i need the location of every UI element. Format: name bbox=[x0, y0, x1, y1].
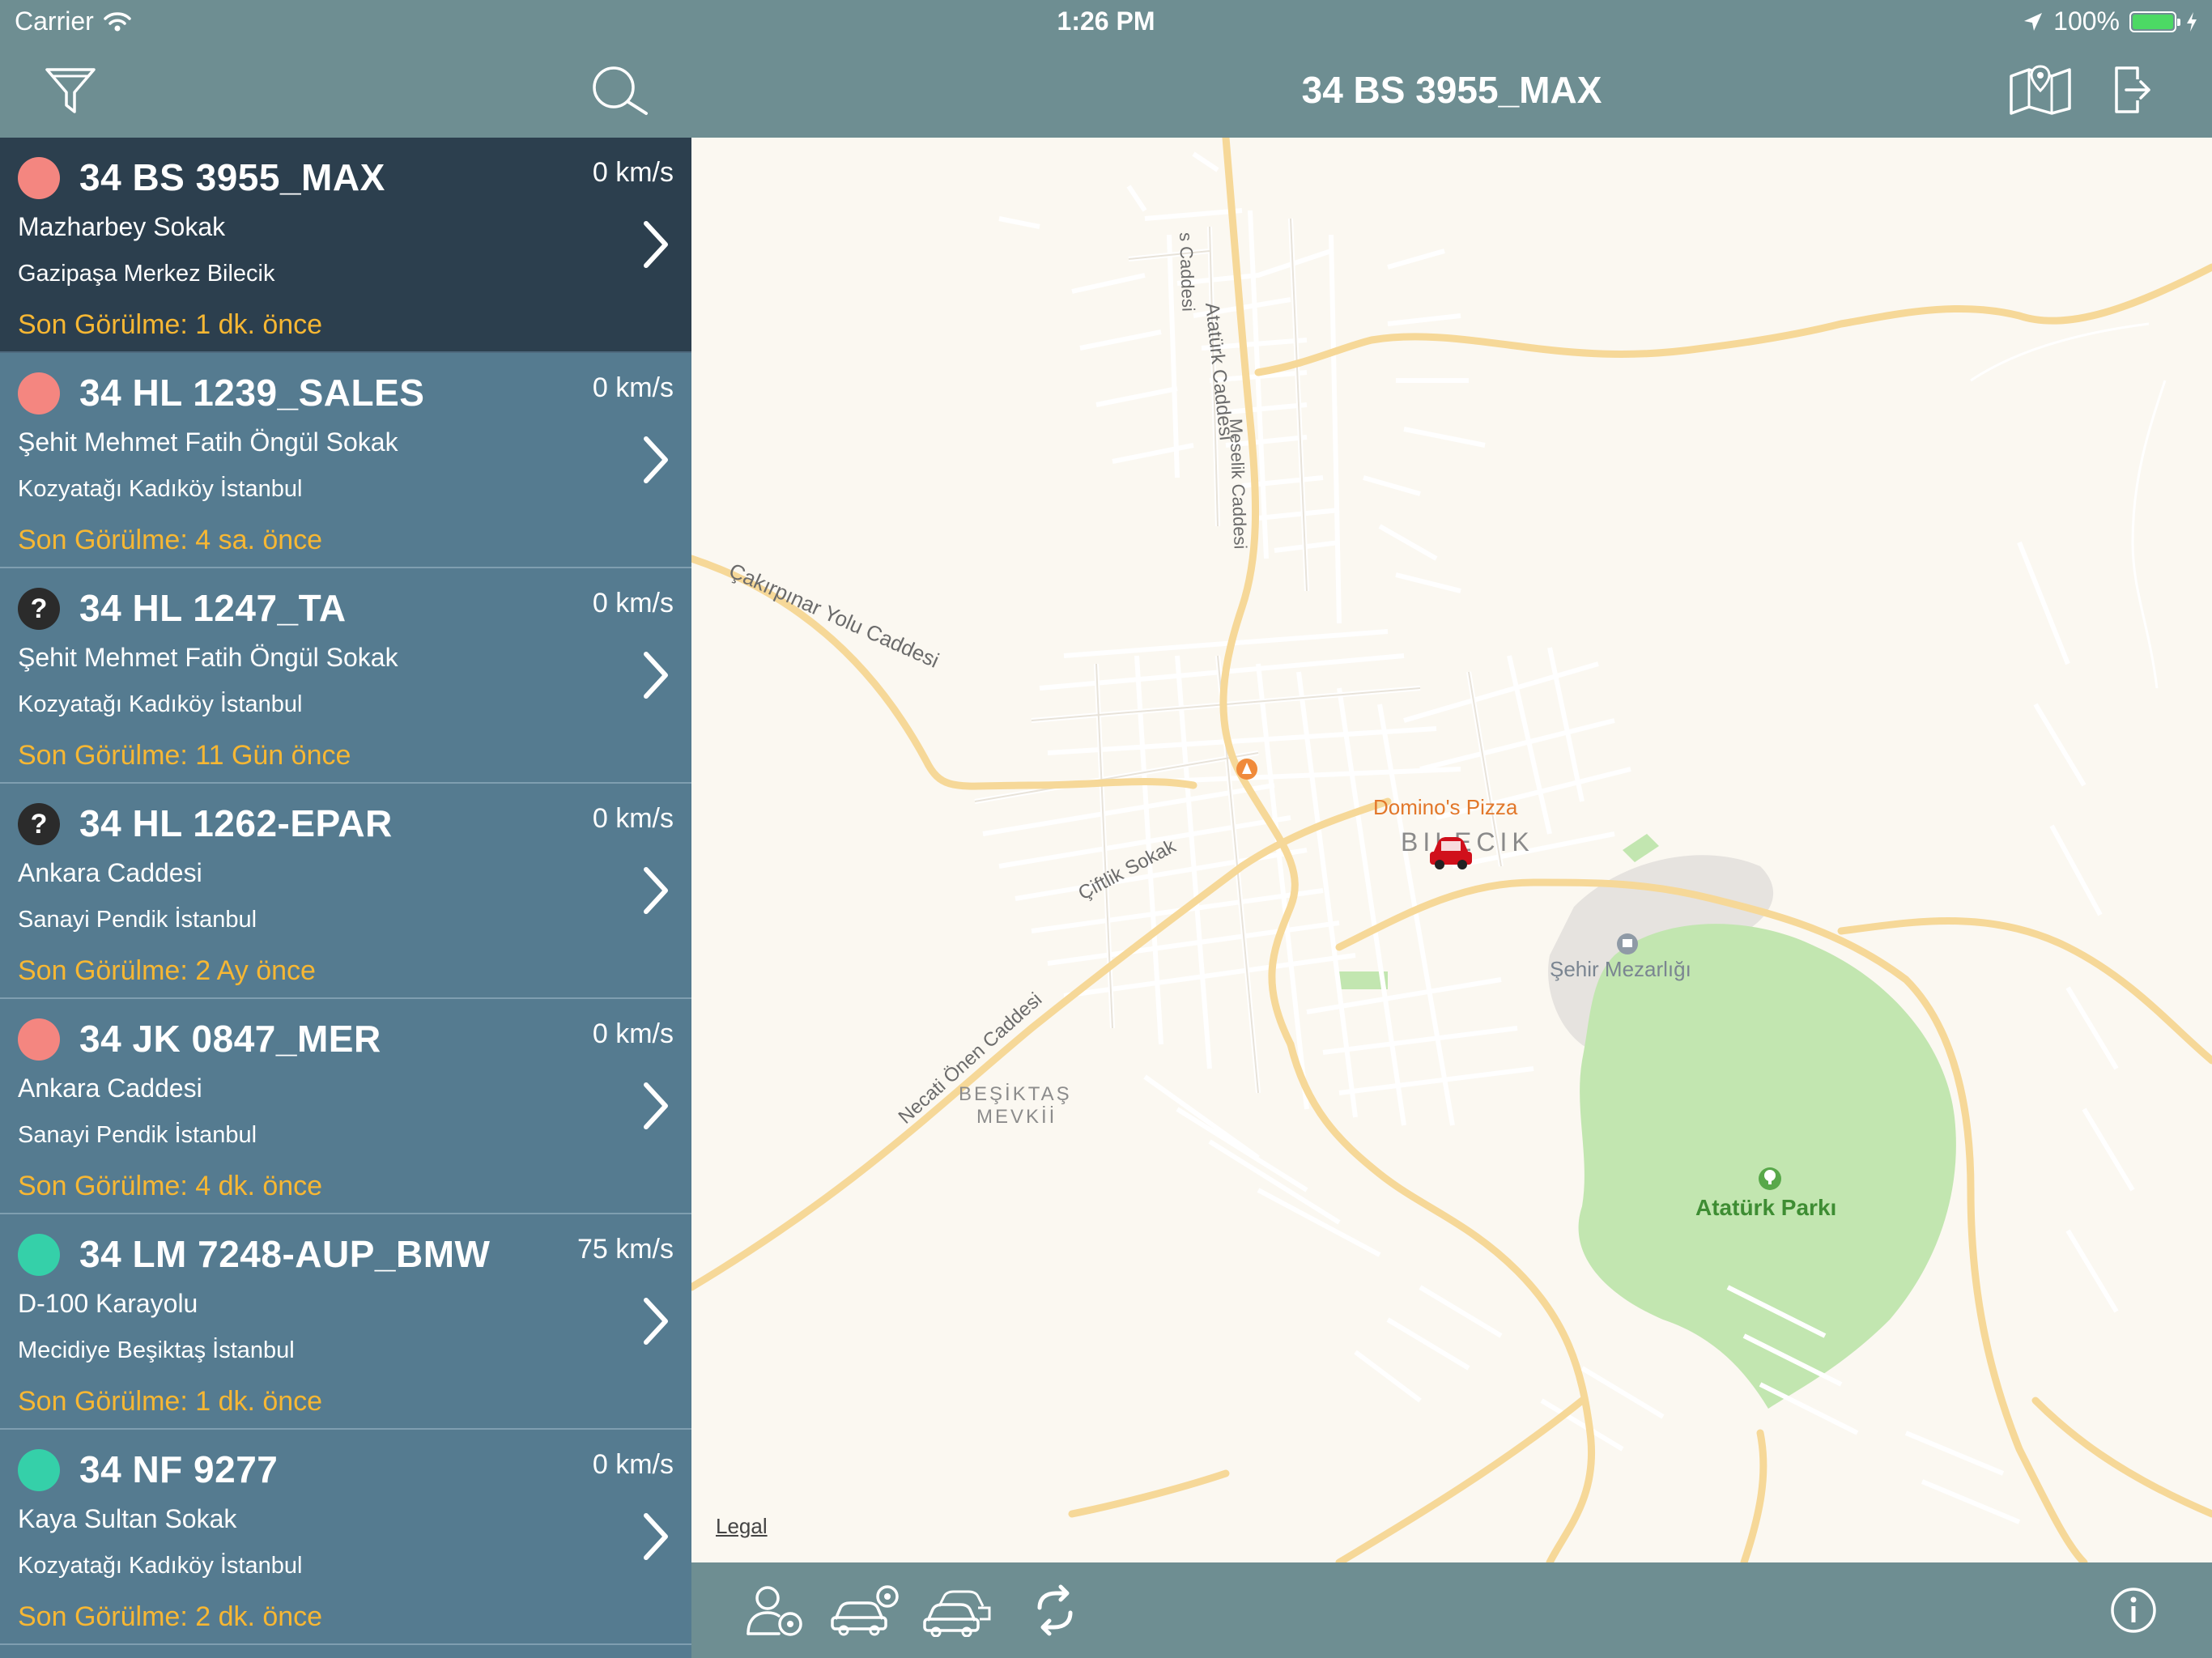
vehicle-list-item[interactable]: 34 NF 9277 0 km/s Kaya Sultan Sokak Kozy… bbox=[0, 1430, 691, 1645]
vehicle-speed: 0 km/s bbox=[592, 1018, 674, 1049]
vehicle-last-seen: Son Görülme: 1 dk. önce bbox=[18, 309, 323, 340]
chevron-right-icon[interactable] bbox=[640, 1295, 672, 1347]
info-icon[interactable] bbox=[2108, 1584, 2159, 1637]
vehicle-list-item[interactable]: 34 HL 1239_SALES 0 km/s Şehit Mehmet Fat… bbox=[0, 353, 691, 568]
area-label-besiktas: BEŞİKTAŞ bbox=[959, 1083, 1072, 1105]
vehicle-last-seen: Son Görülme: 1 dk. önce bbox=[18, 1386, 323, 1417]
bottom-toolbar bbox=[691, 1562, 2212, 1658]
road-label-meselik: Meselik Caddesi bbox=[1226, 418, 1251, 550]
vehicle-street: Mazharbey Sokak bbox=[18, 212, 226, 241]
vehicle-plate: 34 HL 1247_TA bbox=[79, 587, 347, 629]
status-indicator bbox=[18, 157, 60, 199]
status-indicator bbox=[18, 372, 60, 414]
vehicle-plate: 34 BS 3955_MAX bbox=[79, 156, 385, 198]
vehicle-district: Gazipaşa Merkez Bilecik bbox=[18, 261, 275, 287]
vehicle-last-seen: Son Görülme: 4 dk. önce bbox=[18, 1171, 323, 1201]
park-label-ataturk: Atatürk Parkı bbox=[1695, 1195, 1837, 1220]
vehicle-speed: 0 km/s bbox=[592, 588, 674, 619]
vehicle-district: Sanayi Pendik İstanbul bbox=[18, 907, 257, 933]
vehicle-district: Mecidiye Beşiktaş İstanbul bbox=[18, 1337, 295, 1363]
chevron-right-icon[interactable] bbox=[640, 649, 672, 701]
vehicle-speed: 0 km/s bbox=[592, 1449, 674, 1480]
car-marker-icon[interactable] bbox=[1428, 834, 1474, 871]
area-label-mevkii: MEVKİİ bbox=[976, 1106, 1057, 1128]
vehicle-list-item[interactable]: 34 LM 7248-AUP_BMW 75 km/s D-100 Karayol… bbox=[0, 1214, 691, 1430]
vehicle-list-item[interactable]: 34 JK 0847_MER 0 km/s Ankara Caddesi San… bbox=[0, 999, 691, 1214]
status-indicator: ? bbox=[18, 803, 60, 845]
vehicle-street: Şehit Mehmet Fatih Öngül Sokak bbox=[18, 427, 398, 457]
vehicle-last-seen: Son Görülme: 11 Gün önce bbox=[18, 740, 351, 771]
carrier-info: Carrier bbox=[15, 6, 131, 36]
vehicle-street: Kaya Sultan Sokak bbox=[18, 1504, 237, 1533]
vehicle-list-item[interactable]: ? 34 HL 1262-EPAR 0 km/s Ankara Caddesi … bbox=[0, 784, 691, 999]
vehicle-list: 34 BS 3955_MAX 0 km/s Mazharbey Sokak Ga… bbox=[0, 138, 691, 1645]
vehicle-district: Kozyatağı Kadıköy İstanbul bbox=[18, 476, 303, 502]
logout-icon[interactable] bbox=[2113, 65, 2154, 115]
vehicle-plate: 34 JK 0847_MER bbox=[79, 1018, 381, 1060]
map-icon[interactable] bbox=[2008, 63, 2073, 115]
battery-icon bbox=[2129, 11, 2180, 32]
vehicle-speed: 75 km/s bbox=[576, 1234, 674, 1265]
vehicle-plate: 34 NF 9277 bbox=[79, 1448, 279, 1490]
chevron-right-icon[interactable] bbox=[640, 865, 672, 916]
vehicle-last-seen: Son Görülme: 2 dk. önce bbox=[18, 1601, 323, 1632]
ataturk-park-area bbox=[1578, 924, 1956, 1409]
vehicle-list-item[interactable]: 34 BS 3955_MAX 0 km/s Mazharbey Sokak Ga… bbox=[0, 138, 691, 353]
chevron-right-icon[interactable] bbox=[640, 219, 672, 270]
page-title: 34 BS 3955_MAX bbox=[1301, 69, 1602, 111]
search-icon[interactable] bbox=[588, 62, 653, 118]
poi-label-cemetery: Şehir Mezarlığı bbox=[1550, 957, 1691, 981]
vehicle-street: D-100 Karayolu bbox=[18, 1289, 198, 1318]
vehicle-district: Sanayi Pendik İstanbul bbox=[18, 1122, 257, 1148]
status-indicator bbox=[18, 1234, 60, 1276]
street-grid-north bbox=[998, 151, 1486, 624]
chevron-right-icon[interactable] bbox=[640, 434, 672, 486]
legal-link[interactable]: Legal bbox=[716, 1514, 768, 1539]
vehicle-plate: 34 HL 1239_SALES bbox=[79, 372, 425, 414]
vehicle-location-icon[interactable] bbox=[831, 1584, 900, 1637]
vehicle-speed: 0 km/s bbox=[592, 372, 674, 403]
status-indicator bbox=[18, 1449, 60, 1491]
vehicle-street: Ankara Caddesi bbox=[18, 1073, 202, 1103]
chevron-right-icon[interactable] bbox=[640, 1511, 672, 1562]
vehicle-district: Kozyatağı Kadıköy İstanbul bbox=[18, 1553, 303, 1579]
status-right: 100% bbox=[2023, 6, 2197, 36]
vehicle-last-seen: Son Görülme: 4 sa. önce bbox=[18, 525, 323, 555]
carrier-label: Carrier bbox=[15, 6, 94, 36]
vehicle-list-item[interactable]: ? 34 HL 1247_TA 0 km/s Şehit Mehmet Fati… bbox=[0, 568, 691, 784]
vehicle-street: Şehit Mehmet Fatih Öngül Sokak bbox=[18, 643, 398, 672]
vehicle-master-panel: 34 BS 3955_MAX 0 km/s Mazharbey Sokak Ga… bbox=[0, 0, 691, 1658]
vehicle-district: Kozyatağı Kadıköy İstanbul bbox=[18, 691, 303, 717]
green-patch-2 bbox=[1623, 834, 1659, 862]
poi-label-dominos: Domino's Pizza bbox=[1373, 795, 1518, 819]
vehicle-last-seen: Son Görülme: 2 Ay önce bbox=[18, 955, 316, 986]
refresh-icon[interactable] bbox=[1032, 1584, 1078, 1637]
status-indicator bbox=[18, 1018, 60, 1061]
location-arrow-icon bbox=[2024, 12, 2043, 31]
status-indicator: ? bbox=[18, 588, 60, 630]
status-bar: Carrier 1:26 PM 100% bbox=[0, 0, 2212, 45]
user-location-icon[interactable] bbox=[743, 1584, 805, 1637]
vehicle-speed: 0 km/s bbox=[592, 803, 674, 834]
battery-percent: 100% bbox=[2053, 6, 2120, 36]
status-time: 1:26 PM bbox=[1057, 6, 1155, 36]
vehicle-speed: 0 km/s bbox=[592, 157, 674, 188]
map-view[interactable]: Çakırpınar Yolu Caddesi Atatürk Caddesi … bbox=[691, 138, 2212, 1562]
wifi-icon bbox=[104, 11, 131, 31]
road-label-s-caddesi: s Caddesi bbox=[1176, 232, 1199, 312]
vehicle-plate: 34 HL 1262-EPAR bbox=[79, 802, 393, 844]
vehicle-plate: 34 LM 7248-AUP_BMW bbox=[79, 1233, 491, 1275]
charging-bolt-icon bbox=[2187, 11, 2197, 32]
chevron-right-icon[interactable] bbox=[640, 1080, 672, 1132]
vehicle-street: Ankara Caddesi bbox=[18, 858, 202, 887]
all-vehicles-icon[interactable] bbox=[923, 1584, 993, 1637]
road-centerlines bbox=[1970, 322, 2167, 689]
filter-icon[interactable] bbox=[42, 62, 99, 118]
street-grid-center bbox=[974, 541, 2135, 1524]
